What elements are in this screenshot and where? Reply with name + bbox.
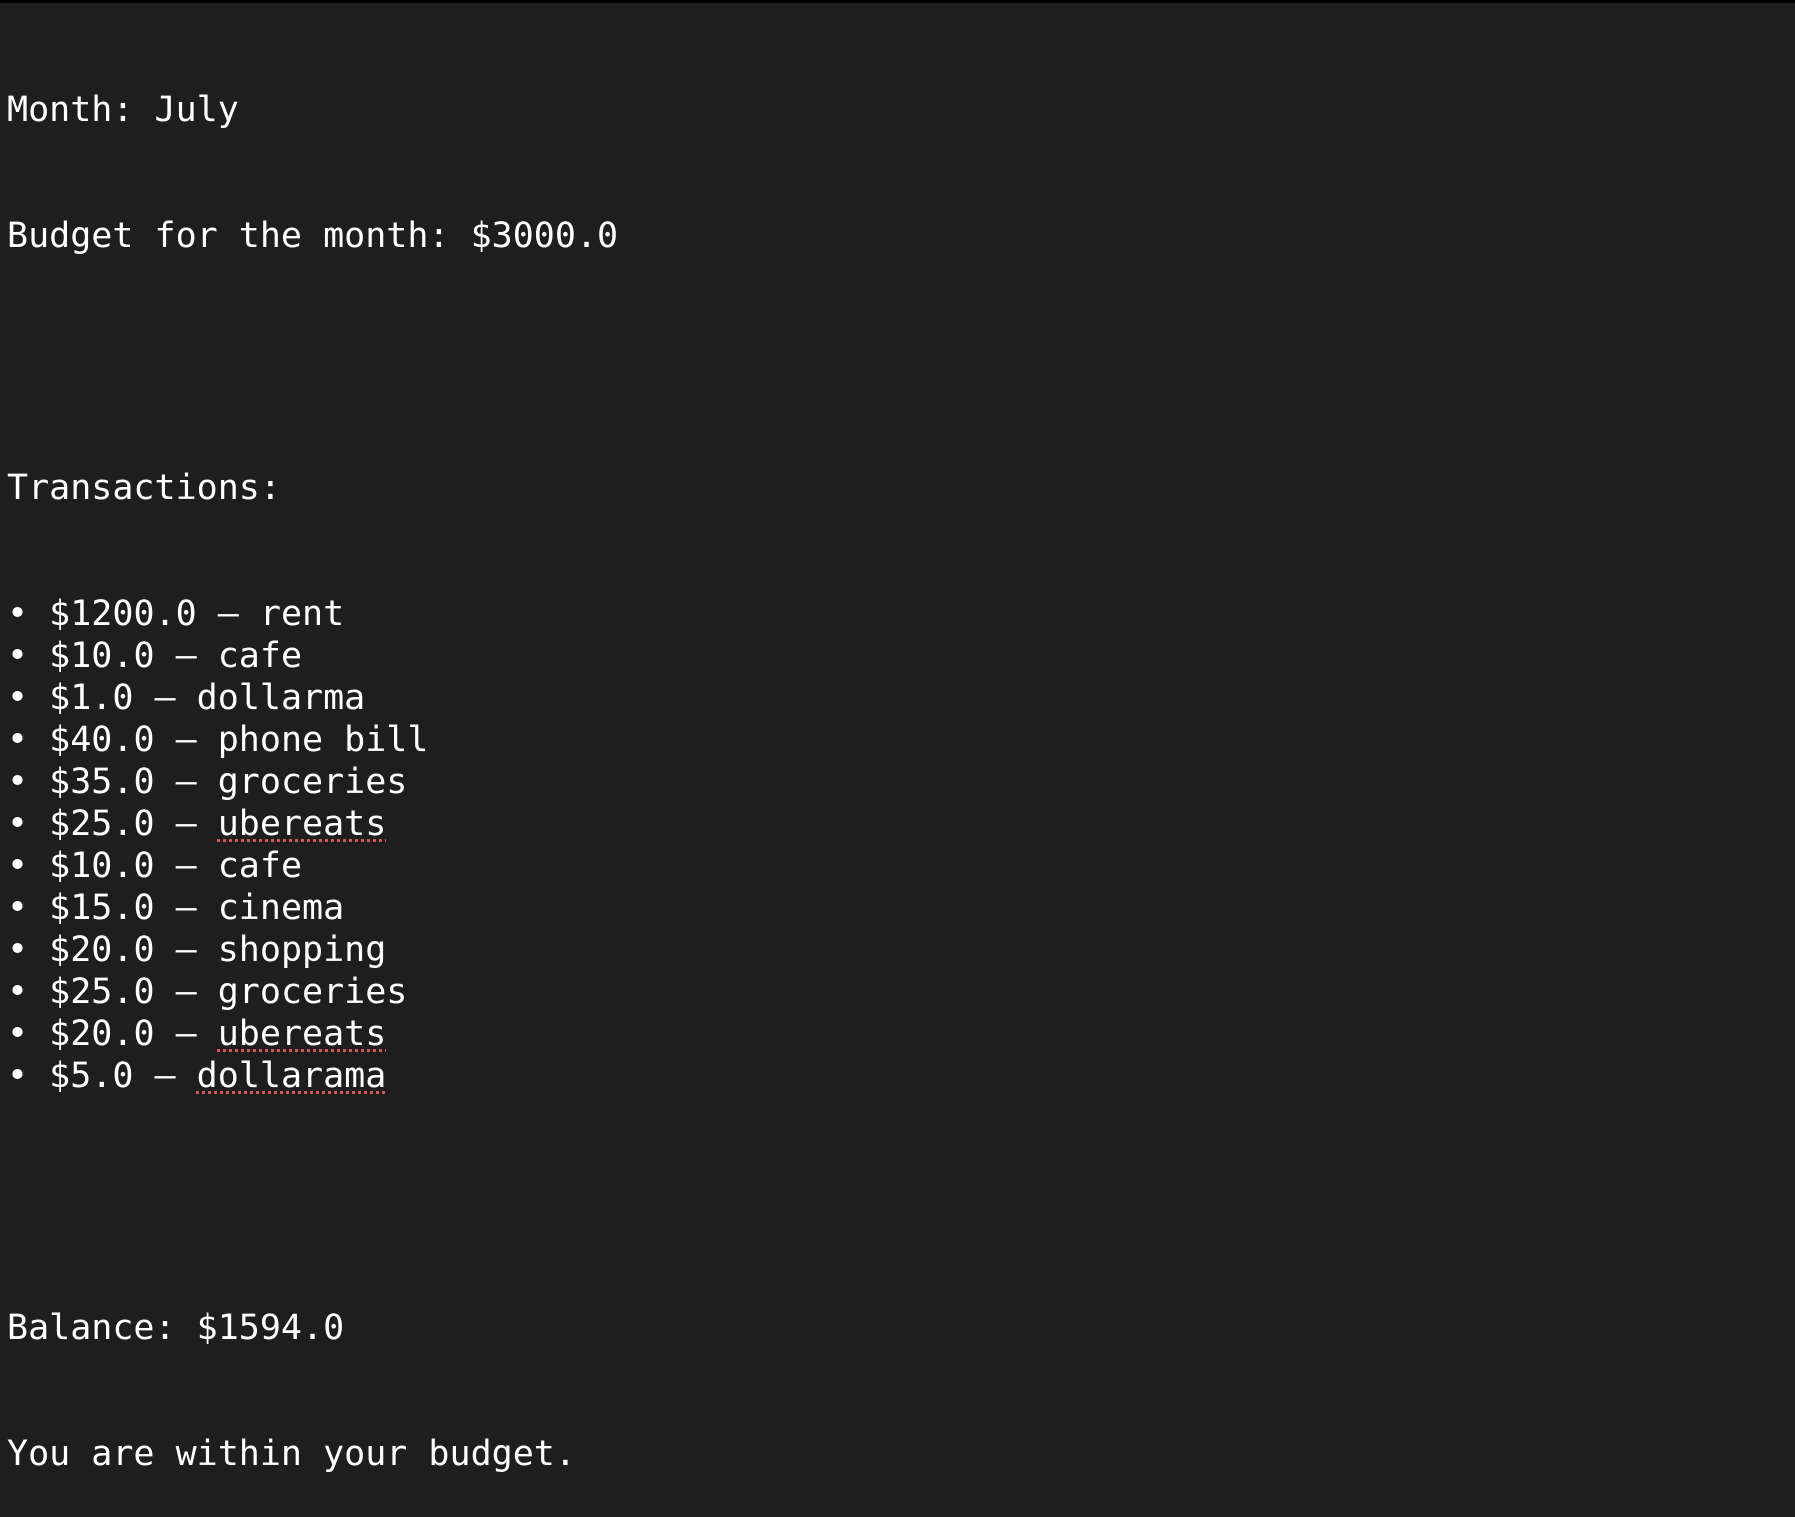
transaction-description: cafe bbox=[217, 846, 303, 886]
transaction-item: • $20.0 – shopping bbox=[7, 929, 1787, 971]
transaction-item: • $40.0 – phone bill bbox=[7, 719, 1787, 761]
transaction-description: dollarama bbox=[196, 1056, 387, 1096]
transaction-item: • $25.0 – ubereats bbox=[7, 803, 1787, 845]
transaction-item: • $15.0 – cinema bbox=[7, 887, 1787, 929]
separator: – bbox=[196, 594, 260, 634]
bullet: • bbox=[7, 762, 29, 802]
transaction-amount: $35.0 bbox=[49, 762, 155, 802]
transaction-amount: $15.0 bbox=[49, 888, 155, 928]
transaction-amount: $20.0 bbox=[49, 930, 155, 970]
transaction-description: groceries bbox=[217, 762, 408, 802]
transaction-item: • $5.0 – dollarama bbox=[7, 1055, 1787, 1097]
transaction-description: ubereats bbox=[217, 1014, 387, 1054]
separator: – bbox=[154, 720, 218, 760]
separator: – bbox=[154, 888, 218, 928]
bullet: • bbox=[7, 930, 29, 970]
bullet: • bbox=[7, 1014, 29, 1054]
balance-line: Balance: $1594.0 bbox=[7, 1308, 345, 1348]
transaction-item: • $10.0 – cafe bbox=[7, 845, 1787, 887]
bullet: • bbox=[7, 594, 29, 634]
transaction-amount: $25.0 bbox=[49, 972, 155, 1012]
transaction-amount: $10.0 bbox=[49, 846, 155, 886]
status-line: You are within your budget. bbox=[7, 1434, 576, 1474]
budget-line: Budget for the month: $3000.0 bbox=[7, 216, 619, 256]
separator: – bbox=[133, 1056, 197, 1096]
separator: – bbox=[154, 972, 218, 1012]
transaction-amount: $10.0 bbox=[49, 636, 155, 676]
bullet: • bbox=[7, 636, 29, 676]
bullet: • bbox=[7, 804, 29, 844]
window-top-edge bbox=[0, 0, 1795, 3]
transaction-amount: $20.0 bbox=[49, 1014, 155, 1054]
separator: – bbox=[154, 930, 218, 970]
console-output: Month: July Budget for the month: $3000.… bbox=[7, 5, 1787, 1517]
bullet: • bbox=[7, 678, 29, 718]
transaction-description: ubereats bbox=[217, 804, 387, 844]
transaction-item: • $35.0 – groceries bbox=[7, 761, 1787, 803]
transaction-amount: $1200.0 bbox=[49, 594, 197, 634]
transaction-description: dollarma bbox=[196, 678, 366, 718]
transaction-item: • $10.0 – cafe bbox=[7, 635, 1787, 677]
transaction-amount: $25.0 bbox=[49, 804, 155, 844]
transaction-amount: $5.0 bbox=[49, 1056, 134, 1096]
transaction-item: • $1.0 – dollarma bbox=[7, 677, 1787, 719]
transaction-item: • $25.0 – groceries bbox=[7, 971, 1787, 1013]
transaction-description: groceries bbox=[217, 972, 408, 1012]
transaction-item: • $1200.0 – rent bbox=[7, 593, 1787, 635]
separator: – bbox=[133, 678, 197, 718]
transaction-list: • $1200.0 – rent • $10.0 – cafe • $1.0 – d… bbox=[7, 593, 1787, 1097]
separator: – bbox=[154, 762, 218, 802]
separator: – bbox=[154, 636, 218, 676]
separator: – bbox=[154, 1014, 218, 1054]
transaction-description: shopping bbox=[217, 930, 387, 970]
bullet: • bbox=[7, 720, 29, 760]
separator: – bbox=[154, 846, 218, 886]
bullet: • bbox=[7, 888, 29, 928]
transaction-item: • $20.0 – ubereats bbox=[7, 1013, 1787, 1055]
transaction-description: phone bill bbox=[217, 720, 429, 760]
transaction-description: rent bbox=[259, 594, 345, 634]
month-line: Month: July bbox=[7, 90, 239, 130]
bullet: • bbox=[7, 846, 29, 886]
transactions-heading: Transactions: bbox=[7, 468, 281, 508]
transaction-amount: $40.0 bbox=[49, 720, 155, 760]
bullet: • bbox=[7, 1056, 29, 1096]
transaction-description: cinema bbox=[217, 888, 345, 928]
transaction-amount: $1.0 bbox=[49, 678, 134, 718]
transaction-description: cafe bbox=[217, 636, 303, 676]
separator: – bbox=[154, 804, 218, 844]
bullet: • bbox=[7, 972, 29, 1012]
